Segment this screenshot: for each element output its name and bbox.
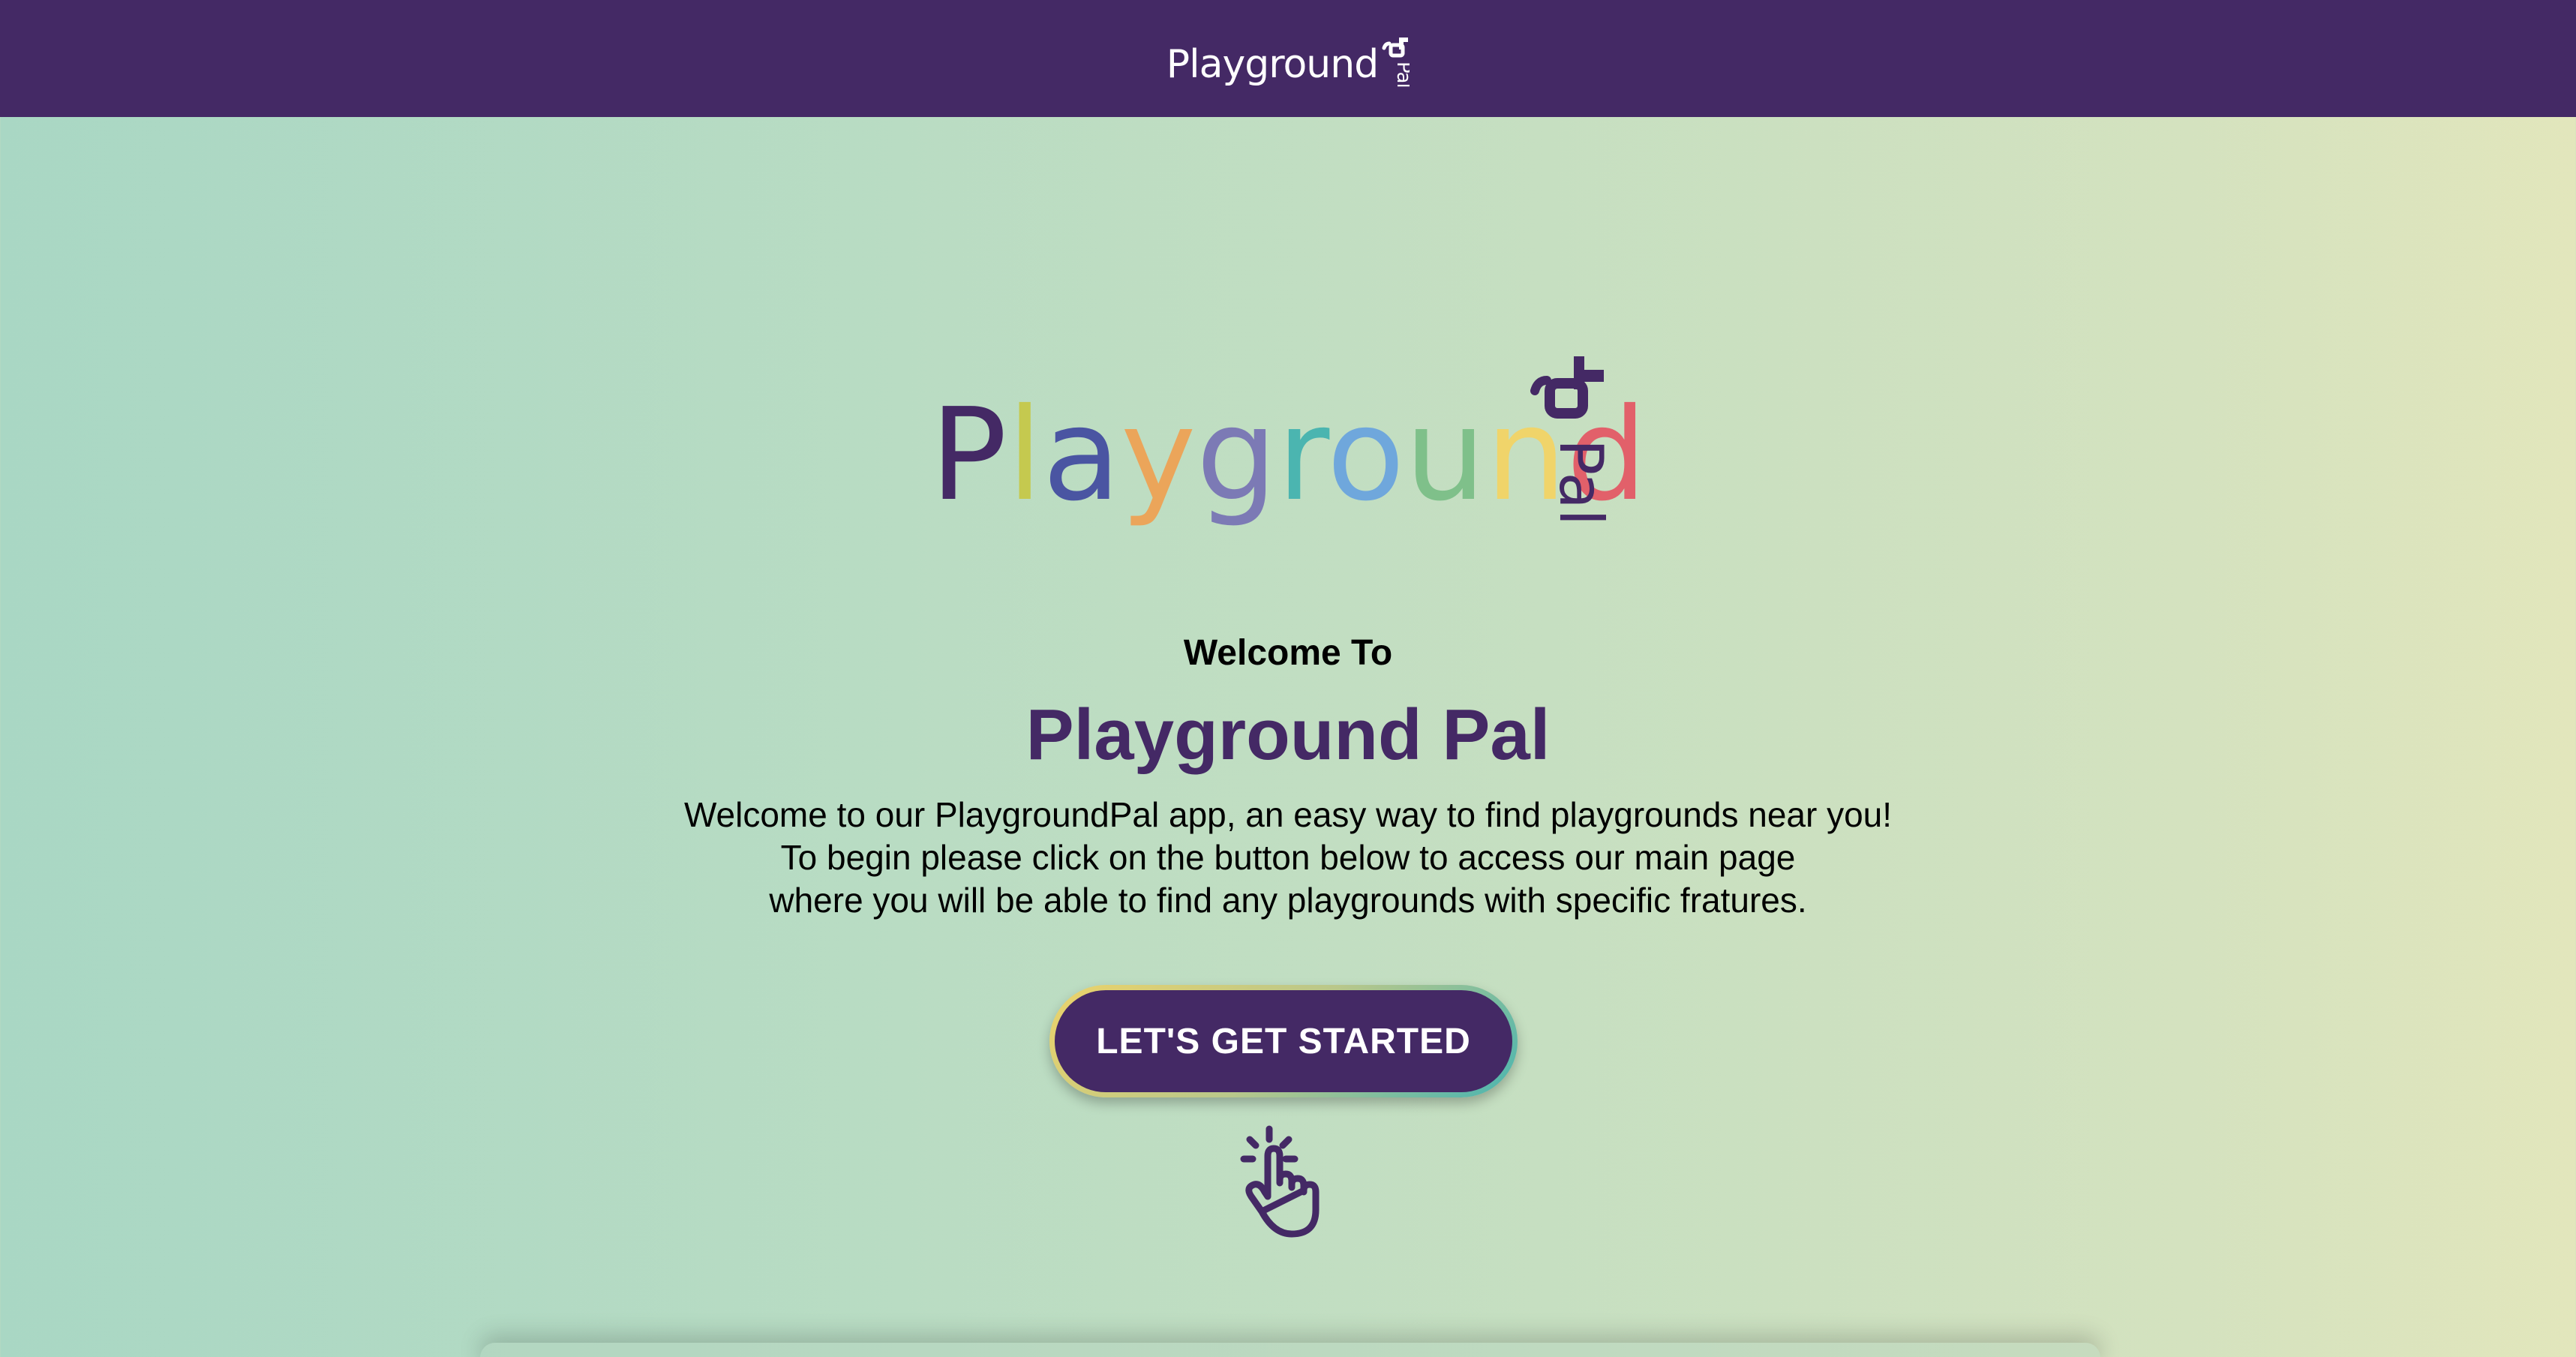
slide-icon: Pal bbox=[1382, 38, 1410, 88]
hero-logo: Playground Pal bbox=[930, 356, 1635, 530]
intro-line: Welcome to our PlaygroundPal app, an eas… bbox=[683, 795, 1893, 834]
hero-logo-letter: u bbox=[1405, 381, 1486, 530]
header-logo[interactable]: Playground Pal bbox=[1166, 27, 1410, 95]
hero-logo-letter: P bbox=[930, 381, 1007, 530]
content-card-edge bbox=[480, 1343, 2100, 1357]
hero-logo-suffix: Pal bbox=[1546, 439, 1616, 526]
hero-logo-letter: a bbox=[1043, 381, 1121, 530]
get-started-button-frame: LET'S GET STARTED bbox=[1049, 985, 1518, 1097]
welcome-to-heading: Welcome To bbox=[1183, 633, 1393, 673]
hero-logo-word: Playground bbox=[930, 381, 1635, 530]
intro-text: Welcome to our PlaygroundPal app, an eas… bbox=[0, 794, 2576, 922]
header-logo-suffix: Pal bbox=[1392, 62, 1410, 88]
hero-logo-letter: o bbox=[1327, 381, 1405, 530]
hero-logo-letter: l bbox=[1007, 381, 1043, 530]
page-title: Playground Pal bbox=[1025, 695, 1551, 775]
hero-logo-letter: r bbox=[1277, 381, 1329, 530]
get-started-button[interactable]: LET'S GET STARTED bbox=[1055, 990, 1512, 1092]
tap-hand-icon bbox=[1240, 1125, 1320, 1238]
intro-line: To begin please click on the button belo… bbox=[780, 838, 1796, 877]
top-bar: Playground Pal bbox=[0, 0, 2576, 117]
hero-logo-letter: g bbox=[1196, 381, 1277, 530]
header-logo-text: Playground bbox=[1166, 42, 1379, 87]
intro-line: where you will be able to find any playg… bbox=[769, 881, 1807, 920]
hero-logo-letter: y bbox=[1121, 381, 1196, 530]
